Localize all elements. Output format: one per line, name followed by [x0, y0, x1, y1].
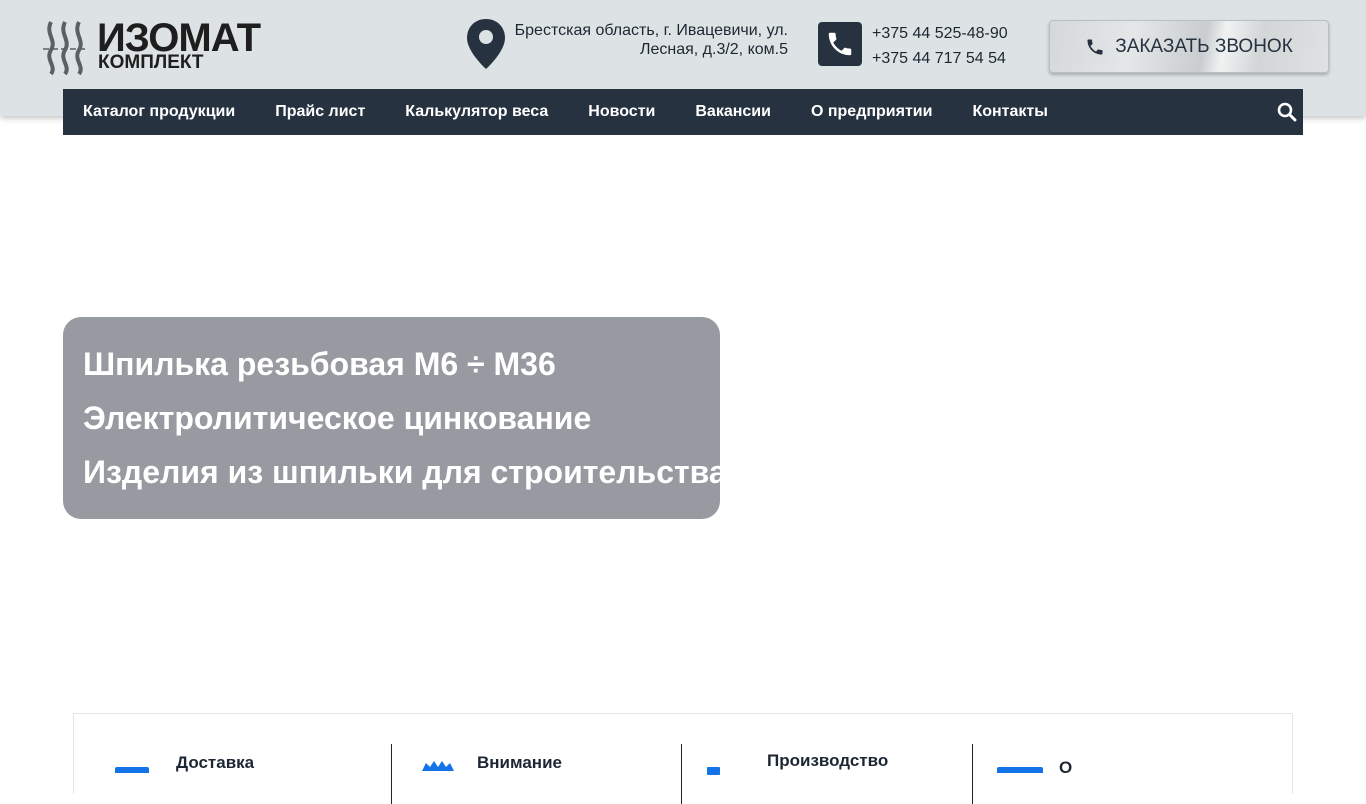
address-line-2: Лесная, д.3/2, ком.5	[639, 41, 788, 58]
phone-numbers: +375 44 525-48-90 +375 44 717 54 54	[872, 21, 1008, 71]
feature-title-about: О	[1059, 758, 1073, 777]
nav-item-weight-calculator[interactable]: Калькулятор веса	[405, 89, 548, 135]
phone-link-1[interactable]: +375 44 525-48-90	[872, 21, 1008, 46]
feature-divider	[972, 744, 973, 804]
logo-mark-icon	[43, 21, 87, 76]
feature-divider	[391, 744, 392, 804]
logo-subtitle: КОМПЛЕКТ	[98, 52, 204, 73]
nav-item-price-list[interactable]: Прайс лист	[275, 89, 365, 135]
delivery-icon	[114, 760, 150, 778]
hero-line-3: Изделия из шпильки для строительства	[83, 454, 727, 490]
phone-icon	[818, 22, 862, 66]
phone-icon	[1087, 39, 1103, 54]
hero-line-1: Шпилька резьбовая М6 ÷ М36	[83, 346, 556, 382]
nav-item-contacts[interactable]: Контакты	[972, 89, 1047, 135]
address-line-1: Брестская область, г. Ивацевичи, ул.	[514, 22, 788, 39]
feature-title-attention: Внимание	[477, 753, 562, 772]
order-callback-button[interactable]: ЗАКАЗАТЬ ЗВОНОК	[1049, 20, 1329, 73]
main-nav: Каталог продукции Прайс лист Калькулятор…	[63, 89, 1303, 135]
search-icon[interactable]	[1277, 102, 1297, 122]
nav-item-catalog[interactable]: Каталог продукции	[83, 89, 235, 135]
feature-title-delivery: Доставка	[176, 753, 255, 772]
factory-icon	[706, 762, 722, 780]
feature-divider	[681, 744, 682, 804]
nav-menu: Каталог продукции Прайс лист Калькулятор…	[83, 89, 1048, 135]
feature-title-production: Производство	[767, 751, 889, 770]
site-logo[interactable]: ИЗОМАТ КОМПЛЕКТ	[41, 16, 266, 76]
phone-link-2[interactable]: +375 44 717 54 54	[872, 46, 1008, 71]
hero-line-2: Электролитическое цинкование	[83, 400, 592, 436]
features-strip: Доставка Внимание Производство О	[73, 713, 1293, 804]
order-callback-label: ЗАКАЗАТЬ ЗВОНОК	[1115, 35, 1293, 57]
company-address: Брестская область, г. Ивацевичи, ул. Лес…	[500, 21, 788, 59]
nav-item-about[interactable]: О предприятии	[811, 89, 933, 135]
hero-banner: Шпилька резьбовая М6 ÷ М36 Электролитиче…	[63, 317, 727, 519]
badge-icon	[420, 758, 456, 776]
card-icon	[996, 760, 1044, 778]
nav-item-news[interactable]: Новости	[588, 89, 655, 135]
nav-item-vacancies[interactable]: Вакансии	[695, 89, 771, 135]
